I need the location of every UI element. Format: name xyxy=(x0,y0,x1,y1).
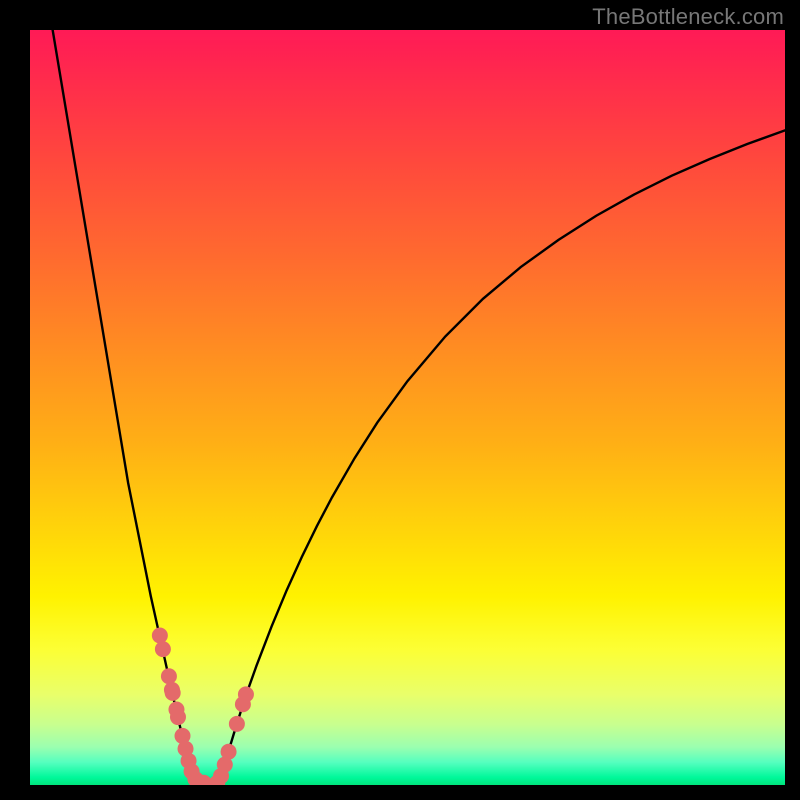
chart-svg xyxy=(30,30,785,785)
watermark-text: TheBottleneck.com xyxy=(592,4,784,30)
gradient-plot-area xyxy=(30,30,785,785)
data-marker xyxy=(161,668,177,684)
data-marker xyxy=(170,709,186,725)
curve-right-g-path xyxy=(219,130,785,782)
data-marker xyxy=(221,744,237,760)
curve-left-g-path xyxy=(53,30,196,783)
data-marker xyxy=(165,685,181,701)
markers-left xyxy=(152,628,212,785)
data-marker xyxy=(229,716,245,732)
data-marker xyxy=(155,641,171,657)
markers-right xyxy=(209,686,254,785)
curve-left xyxy=(53,30,196,783)
data-marker xyxy=(238,686,254,702)
data-marker xyxy=(152,628,168,644)
curve-right xyxy=(219,130,785,782)
chart-frame: TheBottleneck.com xyxy=(0,0,800,800)
